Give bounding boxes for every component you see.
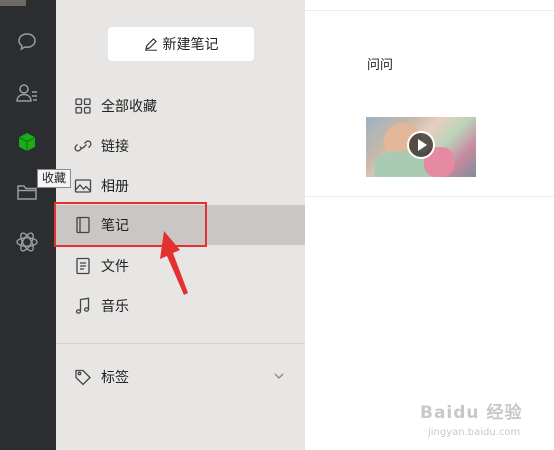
- watermark: Baidu 经验 jingyan.baidu.com: [420, 398, 540, 438]
- new-note-button[interactable]: 新建笔记: [108, 27, 254, 61]
- nav-item-label: 相册: [101, 179, 129, 195]
- nav-item-links[interactable]: 链接: [56, 126, 305, 166]
- panel-divider: [56, 343, 305, 344]
- tags-label: 标签: [101, 370, 129, 386]
- favorites-cube-icon[interactable]: [14, 129, 40, 155]
- file-icon: [73, 256, 93, 276]
- tags-section[interactable]: 标签: [56, 357, 305, 397]
- image-icon: [73, 176, 93, 196]
- music-icon: [73, 296, 93, 316]
- contacts-icon[interactable]: [14, 80, 40, 106]
- item-divider: [305, 196, 554, 197]
- avatar[interactable]: [0, 0, 26, 6]
- watermark-main: Baidu 经验: [420, 403, 523, 423]
- nav-item-all-favorites[interactable]: 全部收藏: [56, 86, 305, 126]
- nav-item-label: 音乐: [101, 299, 129, 315]
- tag-icon: [73, 367, 93, 387]
- nav-item-label: 链接: [101, 139, 129, 155]
- nav-item-label: 全部收藏: [101, 99, 157, 115]
- pencil-icon: [144, 38, 157, 51]
- left-rail: [0, 0, 56, 450]
- watermark-sub: jingyan.baidu.com: [428, 427, 521, 438]
- video-thumbnail[interactable]: [366, 117, 476, 177]
- chevron-down-icon[interactable]: [272, 369, 286, 387]
- favorite-item-title[interactable]: 问问: [367, 54, 393, 73]
- content-pane: 问问: [305, 0, 554, 450]
- nav-item-album[interactable]: 相册: [56, 166, 305, 206]
- favorites-tooltip: 收藏: [37, 169, 72, 188]
- top-divider: [305, 10, 554, 11]
- miniprogram-icon[interactable]: [14, 229, 40, 255]
- link-icon: [73, 136, 93, 156]
- new-note-label: 新建笔记: [162, 37, 219, 53]
- nav-item-label: 文件: [101, 259, 129, 275]
- grid-icon: [73, 96, 93, 116]
- annotation-arrow: [160, 231, 188, 295]
- play-icon[interactable]: [407, 131, 435, 159]
- chat-icon[interactable]: [14, 29, 40, 55]
